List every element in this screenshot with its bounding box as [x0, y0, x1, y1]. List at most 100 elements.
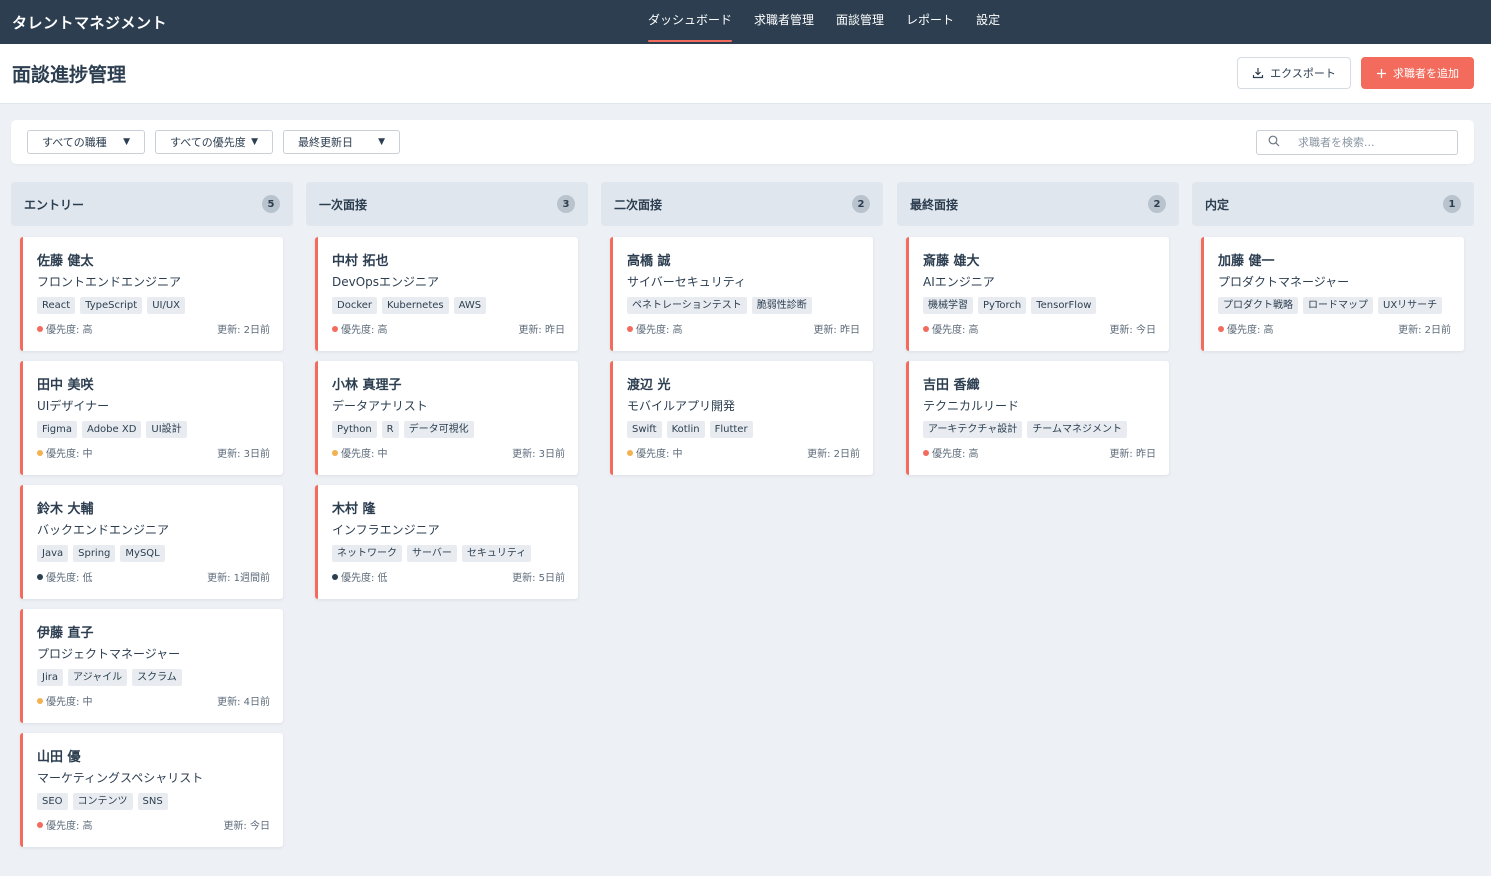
skill-tag: MySQL: [120, 545, 165, 562]
priority-label: 優先度: 高: [636, 325, 683, 336]
kanban-column: 最終面接 2 斎藤 雄大 AIエンジニア 機械学習 PyTorch TensorFlow 優先…: [897, 182, 1179, 475]
candidate-card[interactable]: 高橋 誠サイバーセキュリティ ペネトレーションテスト 脆弱性診断 優先度: 高 更新: …: [610, 237, 873, 351]
candidate-card[interactable]: 伊藤 直子 プロジェクトマネージャー Jira アジャイル スクラム 優先度: 中 更新: …: [20, 609, 283, 723]
updated-label: 更新: 昨日: [1109, 449, 1156, 460]
add-candidate-button-label: 求職者を追加: [1393, 67, 1459, 80]
skill-tags: Swift Kotlin Flutter: [627, 421, 860, 439]
candidate-card[interactable]: 斎藤 雄大 AIエンジニア 機械学習 PyTorch TensorFlow 優先度: 高 更…: [906, 237, 1169, 351]
skill-tag: 機械学習: [923, 297, 973, 314]
skill-tags: SEO コンテンツ SNS: [37, 793, 270, 811]
chevron-down-icon: ▼: [251, 137, 258, 147]
column-title: 二次面接: [614, 197, 663, 212]
column-header: 一次面接 3: [306, 182, 588, 226]
column-count-badge: 2: [852, 195, 870, 213]
card-footer: 優先度: 低 更新: 1週間前: [37, 569, 270, 584]
candidate-role: AIエンジニア: [923, 275, 995, 289]
top-navbar: タレントマネジメント ダッシュボード 求職者管理 面談管理 レポート 設定: [0, 0, 1491, 44]
candidate-name: 吉田 香織: [923, 378, 980, 393]
priority-label: 優先度: 高: [932, 449, 979, 460]
candidate-card[interactable]: 加藤 健一 プロダクトマネージャー プロダクト戦略 ロードマップ UXリサーチ 優先度: …: [1201, 237, 1464, 351]
skill-tag: TensorFlow: [1031, 297, 1097, 314]
candidate-role: サイバーセキュリティ: [627, 275, 747, 289]
card-footer: 優先度: 高 更新: 昨日: [332, 321, 565, 336]
column-count-badge: 3: [557, 195, 575, 213]
candidate-name: 斎藤 雄大: [923, 254, 980, 269]
sort-select[interactable]: 最終更新日 ▼: [283, 130, 400, 154]
priority-dot-icon: [627, 325, 633, 332]
search-box: [1256, 130, 1458, 155]
search-input[interactable]: [1298, 136, 1448, 149]
candidate-card[interactable]: 中村 拓也 DevOpsエンジニア Docker Kubernetes AWS 優先度: …: [315, 237, 578, 351]
job-type-select-value: すべての職種: [42, 136, 107, 149]
card-footer: 優先度: 高 更新: 昨日: [627, 321, 860, 336]
skill-tag: サーバー: [407, 545, 457, 562]
skill-tags: Docker Kubernetes AWS: [332, 297, 565, 315]
candidate-name: 鈴木 大輔: [37, 502, 94, 517]
nav-item-interviews[interactable]: 面談管理: [836, 0, 884, 44]
candidate-role: インフラエンジニア: [332, 523, 440, 537]
skill-tags: プロダクト戦略 ロードマップ UXリサーチ: [1218, 297, 1451, 315]
updated-label: 更新: 今日: [223, 821, 270, 832]
candidate-name: 伊藤 直子: [37, 626, 94, 641]
job-type-select[interactable]: すべての職種 ▼: [27, 130, 145, 154]
skill-tag: UI設計: [146, 421, 187, 438]
priority-indicator: 優先度: 高: [37, 321, 93, 336]
priority-dot-icon: [332, 573, 338, 580]
card-footer: 優先度: 高 更新: 今日: [923, 321, 1156, 336]
priority-indicator: 優先度: 中: [37, 445, 93, 460]
candidate-name: 渡辺 光: [627, 378, 671, 393]
candidate-role: モバイルアプリ開発: [627, 399, 736, 413]
page-header: 面談進捗管理 エクスポート 求職者を追加: [0, 44, 1491, 104]
candidate-card[interactable]: 吉田 香織テクニカルリードアーキテクチャ設計 チームマネジメント優先度: 高 更新:…: [906, 361, 1169, 475]
candidate-card[interactable]: 木村 隆インフラエンジニア ネットワーク サーバー セキュリティ 優先度: 低 更新: 5…: [315, 485, 578, 599]
kanban-column: 内定 1 加藤 健一 プロダクトマネージャー プロダクト戦略 ロードマップ UXリサーチ 優先…: [1192, 182, 1474, 351]
candidate-card[interactable]: 小林 真理子 データアナリスト Python R データ可視化 優先度: 中 更新: 3日前: [315, 361, 578, 475]
column-title: 一次面接: [319, 197, 368, 212]
candidate-card[interactable]: 鈴木 大輔 バックエンドエンジニア Java Spring MySQL 優先度: 低 更新:…: [20, 485, 283, 599]
candidate-name: 小林 真理子: [332, 378, 402, 393]
candidate-role: テクニカルリード: [923, 399, 1020, 413]
skill-tag: コンテンツ: [72, 793, 133, 810]
updated-label: 更新: 1週間前: [207, 573, 270, 584]
skill-tag: Jira: [37, 669, 63, 686]
skill-tag: UXリサーチ: [1378, 297, 1443, 314]
candidate-card[interactable]: 田中 美咲 UIデザイナー Figma Adobe XD UI設計 優先度: 中 更新: 3…: [20, 361, 283, 475]
card-footer: 優先度: 低 更新: 5日前: [332, 569, 565, 584]
candidate-card[interactable]: 山田 優マーケティングスペシャリスト SEO コンテンツ SNS 優先度: 高 更新: 今…: [20, 733, 283, 847]
column-count-badge: 5: [262, 195, 280, 213]
skill-tag: Figma: [37, 421, 78, 438]
card-footer: 優先度: 中 更新: 4日前: [37, 693, 270, 708]
candidate-role: データアナリスト: [332, 399, 428, 413]
card-footer: 優先度: 高 更新: 2日前: [1218, 321, 1451, 336]
skill-tag: SEO: [37, 793, 68, 810]
priority-dot-icon: [37, 821, 43, 828]
download-icon: [1252, 67, 1264, 79]
skill-tag: Adobe XD: [82, 421, 142, 438]
add-candidate-button[interactable]: 求職者を追加: [1361, 57, 1474, 89]
priority-label: 優先度: 中: [46, 449, 93, 460]
candidate-name: 田中 美咲: [37, 378, 94, 393]
candidate-card[interactable]: 渡辺 光モバイルアプリ開発 Swift Kotlin Flutter 優先度: 中 更新:…: [610, 361, 873, 475]
skill-tags: アーキテクチャ設計 チームマネジメント: [923, 421, 1156, 439]
export-button[interactable]: エクスポート: [1237, 57, 1351, 89]
nav-item-dashboard[interactable]: ダッシュボード: [648, 0, 733, 44]
skill-tag: Docker: [332, 297, 378, 314]
priority-label: 優先度: 高: [46, 821, 93, 832]
card-footer: 優先度: 高 更新: 昨日: [923, 445, 1156, 460]
skill-tags: ネットワーク サーバー セキュリティ: [332, 545, 565, 563]
skill-tag: 脆弱性診断: [751, 297, 812, 314]
priority-dot-icon: [37, 325, 43, 332]
nav-item-settings[interactable]: 設定: [976, 0, 1000, 44]
column-title: エントリー: [24, 197, 85, 212]
column-header: 内定 1: [1192, 182, 1474, 226]
brand-logo[interactable]: タレントマネジメント: [12, 12, 167, 33]
nav-item-reports[interactable]: レポート: [906, 0, 954, 44]
nav-item-candidates[interactable]: 求職者管理: [754, 0, 814, 44]
skill-tag: Kubernetes: [382, 297, 449, 314]
priority-select[interactable]: すべての優先度 ▼: [155, 130, 273, 154]
priority-indicator: 優先度: 中: [332, 445, 388, 460]
priority-indicator: 優先度: 低: [37, 569, 93, 584]
updated-label: 更新: 4日前: [217, 697, 270, 708]
candidate-card[interactable]: 佐藤 健太 フロントエンドエンジニア React TypeScript UI/UX 優先度…: [20, 237, 283, 351]
priority-label: 優先度: 低: [341, 573, 388, 584]
